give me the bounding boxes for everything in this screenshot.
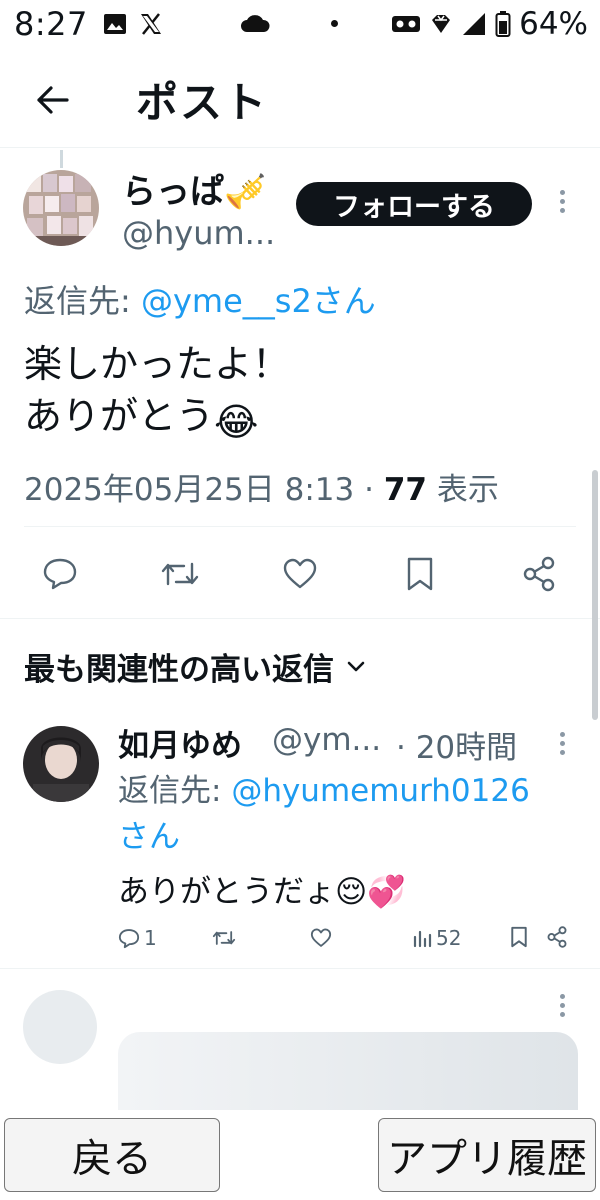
signal-icon bbox=[463, 13, 486, 35]
avatar[interactable] bbox=[23, 170, 99, 246]
reply-author-name[interactable]: 如月ゆめ bbox=[118, 720, 242, 765]
reply-to-line: 返信先: @yme__s2さん bbox=[24, 282, 376, 320]
retweet-button[interactable] bbox=[160, 558, 200, 590]
diamond-icon bbox=[432, 15, 451, 33]
reply-icon bbox=[43, 558, 77, 590]
laughing-emoji: 😂 bbox=[214, 400, 259, 444]
views-label: 表示 bbox=[426, 472, 499, 508]
reply-reply-button[interactable]: 1 bbox=[118, 926, 157, 950]
like-icon bbox=[283, 558, 317, 589]
share-icon bbox=[523, 556, 555, 592]
scrollbar[interactable] bbox=[592, 470, 598, 720]
loading-avatar-placeholder bbox=[23, 990, 97, 1064]
author-name[interactable]: らっぱ🎺 bbox=[122, 164, 266, 213]
bookmark-icon bbox=[407, 557, 433, 591]
bottom-navigation: 戻る アプリ履歴 bbox=[0, 1110, 600, 1200]
share-button[interactable] bbox=[522, 556, 556, 592]
post-meta: 2025年05月25日 8:13 · 77 表示 bbox=[24, 464, 499, 509]
reply-to-mention[interactable]: @hyumemurh0126 bbox=[231, 773, 530, 809]
battery-icon bbox=[495, 11, 511, 37]
reply-bookmark-button[interactable] bbox=[510, 926, 528, 948]
back-button[interactable] bbox=[26, 74, 78, 126]
nav-back-button[interactable]: 戻る bbox=[4, 1118, 220, 1192]
divider bbox=[0, 968, 600, 969]
retweet-icon bbox=[212, 931, 236, 945]
reply-views-count: 52 bbox=[436, 926, 462, 950]
post-text: 楽しかったよ！ ありがとう😂 bbox=[24, 338, 564, 448]
status-time: 8:27 bbox=[14, 5, 88, 43]
reply-like-button[interactable] bbox=[310, 928, 332, 948]
dot-icon bbox=[331, 20, 338, 27]
retweet-icon bbox=[161, 562, 199, 586]
reply-share-button[interactable] bbox=[546, 926, 568, 948]
follow-button[interactable]: フォローする bbox=[296, 182, 532, 226]
divider bbox=[0, 618, 600, 619]
loading-more-options-icon[interactable] bbox=[558, 994, 566, 1017]
header: ポスト bbox=[0, 52, 600, 148]
bookmark-button[interactable] bbox=[406, 556, 434, 592]
status-bar: 8:27 64% bbox=[0, 0, 600, 48]
reply-to-line: 返信先: @hyumemurh0126 さん bbox=[118, 773, 530, 855]
reply-actions: 1 52 bbox=[0, 926, 600, 956]
image-icon bbox=[103, 14, 126, 34]
views-count: 77 bbox=[383, 472, 427, 508]
reply-count: 1 bbox=[144, 926, 157, 950]
more-options-icon[interactable] bbox=[558, 190, 566, 213]
author-handle[interactable]: @hyum... bbox=[122, 214, 275, 252]
reply-avatar[interactable] bbox=[23, 726, 99, 802]
reply-more-options-icon[interactable] bbox=[558, 732, 566, 755]
reply-time: · 20時間 bbox=[396, 730, 518, 766]
battery-percent: 64% bbox=[519, 6, 588, 42]
page-title: ポスト bbox=[136, 78, 269, 127]
back-arrow-icon bbox=[37, 85, 69, 114]
reply-views[interactable]: 52 bbox=[412, 926, 461, 950]
reply-button[interactable] bbox=[42, 556, 78, 590]
thread-line bbox=[60, 150, 63, 168]
views-icon bbox=[413, 930, 432, 948]
loading-content-placeholder bbox=[118, 1032, 578, 1122]
chevron-down-icon bbox=[347, 661, 365, 671]
bookmark-icon bbox=[511, 926, 527, 948]
like-button[interactable] bbox=[282, 558, 318, 590]
reply-author-handle[interactable]: @ym... bbox=[272, 722, 381, 758]
cloud-icon bbox=[241, 15, 270, 32]
reply-text: ありがとうだょ😌💞 bbox=[118, 874, 406, 910]
share-icon bbox=[547, 926, 567, 948]
nav-app-history-button[interactable]: アプリ履歴 bbox=[378, 1118, 596, 1192]
x-logo-icon bbox=[140, 13, 161, 35]
reply-to-mention[interactable]: @yme__s2さん bbox=[141, 282, 376, 320]
reply-icon bbox=[118, 929, 140, 949]
like-icon bbox=[310, 928, 332, 947]
vr-icon bbox=[392, 16, 421, 32]
replies-sort-selector[interactable]: 最も関連性の高い返信 bbox=[24, 644, 366, 689]
reply-retweet-button[interactable] bbox=[212, 928, 236, 948]
replies-section-title: 最も関連性の高い返信 bbox=[24, 652, 334, 688]
post-date: 2025年05月25日 8:13 · bbox=[24, 472, 384, 508]
divider bbox=[24, 526, 576, 527]
